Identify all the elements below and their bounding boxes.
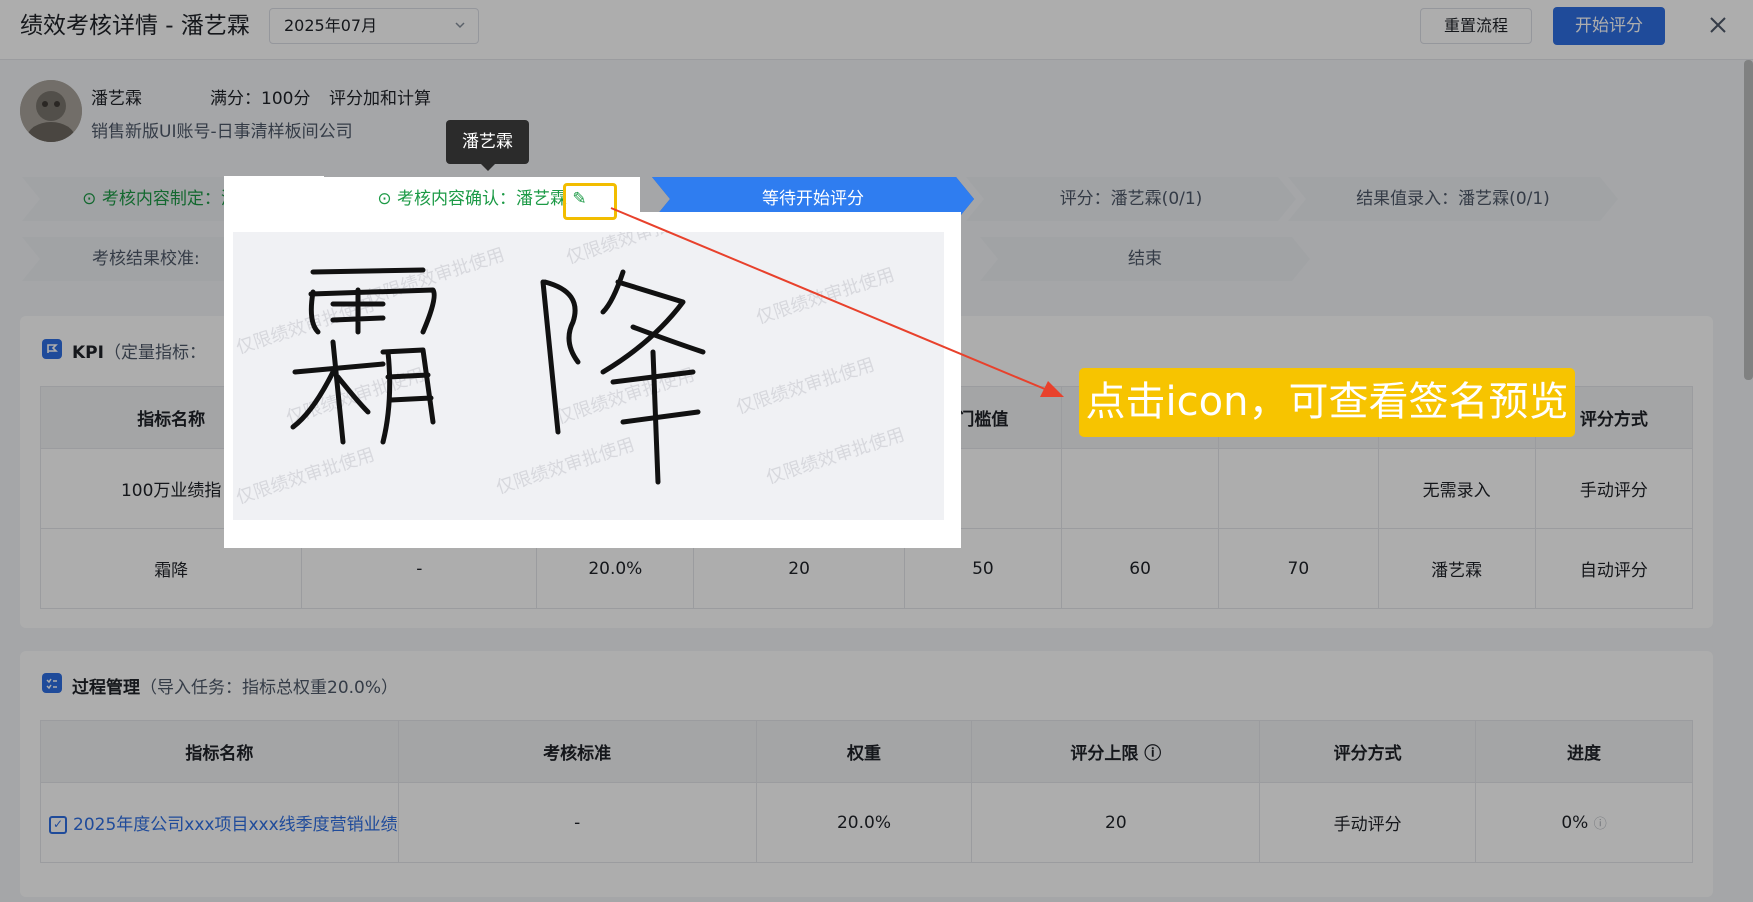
annotation-callout: 点击icon，可查看签名预览	[1079, 368, 1575, 437]
annotation-arrow	[610, 207, 1064, 397]
performance-review-page: 绩效考核详情 - 潘艺霖 2025年07月 重置流程 开始评分 潘艺霖 满分：1…	[0, 0, 1753, 902]
